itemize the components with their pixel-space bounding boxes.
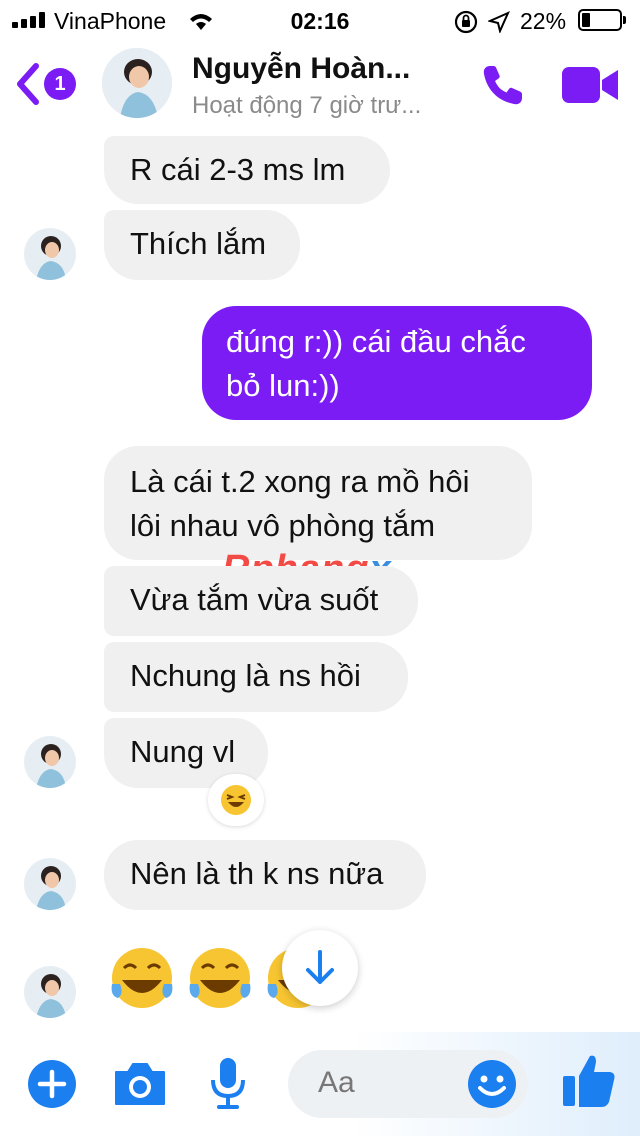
emoji-picker-icon[interactable]: [466, 1058, 518, 1110]
phone-icon[interactable]: [478, 60, 528, 110]
message-text: Vừa tắm vừa suốt: [130, 582, 379, 617]
rotation-lock-icon: [454, 10, 478, 34]
message-text: R cái 2-3 ms lm: [130, 152, 346, 187]
contact-avatar[interactable]: [102, 48, 172, 118]
message-bubble[interactable]: R cái 2-3 ms lm: [104, 136, 390, 204]
plus-icon[interactable]: [26, 1058, 78, 1110]
message-bubble[interactable]: Nchung là ns hồi: [104, 642, 408, 712]
laughing-tears-emoji-icon[interactable]: [186, 944, 254, 1012]
message-bubble[interactable]: Nên là th k ns nữa: [104, 840, 426, 910]
back-button[interactable]: 1: [14, 58, 78, 110]
reaction-badge[interactable]: [208, 774, 264, 826]
message-bubble-sent[interactable]: đúng r:)) cái đầu chắc bỏ lun:)): [202, 306, 592, 420]
contact-avatar-small: [24, 736, 76, 788]
message-bubble[interactable]: Thích lắm: [104, 210, 300, 280]
message-text: Nên là th k ns nữa: [130, 856, 384, 891]
camera-icon[interactable]: [112, 1060, 168, 1108]
battery-percent: 22%: [520, 8, 567, 34]
scroll-to-bottom-button[interactable]: [282, 930, 358, 1006]
location-icon: [488, 11, 510, 33]
status-bar: VinaPhone 02:16 22%: [0, 0, 640, 40]
message-text: Thích lắm: [130, 226, 267, 261]
microphone-icon[interactable]: [208, 1056, 248, 1110]
message-input-placeholder: Aa: [318, 1066, 355, 1099]
contact-avatar-small: [24, 858, 76, 910]
message-bubble[interactable]: Là cái t.2 xong ra mồ hôi lôi nhau vô ph…: [104, 446, 532, 560]
unread-badge: 1: [44, 68, 76, 100]
message-line: đúng r:)) cái đầu chắc: [226, 324, 526, 359]
video-call-icon[interactable]: [560, 64, 622, 106]
message-text: Nung vl: [130, 734, 236, 769]
message-bubble[interactable]: Vừa tắm vừa suốt: [104, 566, 418, 636]
laughing-emoji-icon: [221, 785, 251, 815]
message-line: bỏ lun:)): [226, 368, 340, 403]
contact-avatar-small: [24, 228, 76, 280]
chevron-left-icon: [17, 63, 39, 105]
message-text: Nchung là ns hồi: [130, 658, 361, 693]
contact-name[interactable]: Nguyễn Hoàn...: [192, 52, 410, 86]
unread-count: 1: [54, 73, 66, 95]
battery-icon: [578, 9, 626, 31]
contact-avatar-small: [24, 966, 76, 1018]
avatar-photo: [102, 48, 172, 118]
contact-status: Hoạt động 7 giờ trư...: [192, 92, 422, 119]
arrow-down-icon: [306, 950, 334, 984]
message-line: Là cái t.2 xong ra mồ hôi: [130, 464, 470, 499]
thumbs-up-icon[interactable]: [560, 1052, 618, 1110]
message-line: lôi nhau vô phòng tắm: [130, 508, 436, 543]
laughing-tears-emoji-icon[interactable]: [108, 944, 176, 1012]
